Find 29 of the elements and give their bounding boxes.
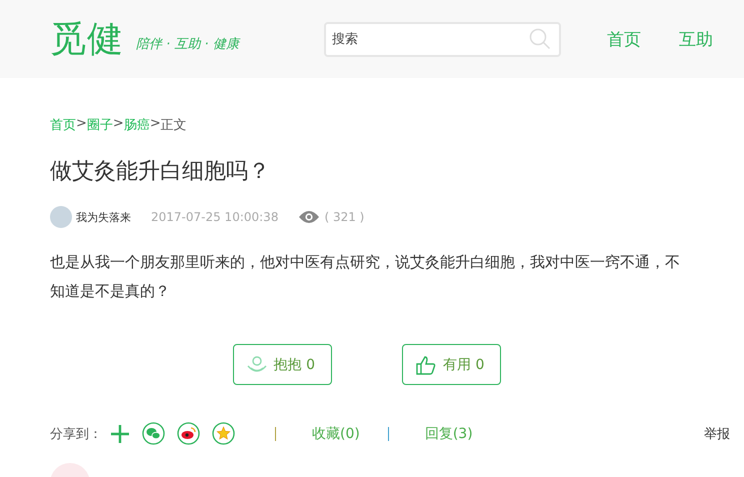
author-name[interactable]: 我为失落来 (76, 210, 131, 224)
logo[interactable]: 觅健 (50, 14, 124, 64)
thumbs-up-icon (415, 354, 437, 376)
view-count: ( 321 ) (324, 210, 364, 224)
post-body: 也是从我一个朋友那里听来的，他对中医有点研究，说艾灸能升白细胞，我对中医一窍不通，不知道是不是真的？ (50, 252, 681, 302)
chat-bubbles-icon[interactable] (142, 422, 165, 445)
post-title: 做艾灸能升白细胞吗？ (50, 158, 271, 186)
useful-button[interactable]: 有用 0 (402, 344, 502, 385)
breadcrumb-link[interactable]: 圈子 (86, 116, 113, 134)
nav-link[interactable]: 首页 (607, 28, 641, 50)
person-hug-icon (246, 354, 268, 374)
eye-icon (298, 210, 320, 224)
hug-button[interactable]: 抱抱 0 (232, 344, 332, 385)
breadcrumb-separator: > (112, 116, 124, 133)
report-link[interactable]: 举报 (704, 424, 730, 442)
post-time: 2017-07-25 10:00:38 (151, 210, 278, 224)
nav-link[interactable]: 互助 (679, 28, 713, 50)
slogan: 陪伴 · 互助 · 健康 (136, 36, 242, 53)
action-link[interactable]: 回复(3) (424, 424, 473, 442)
plus-icon[interactable] (110, 424, 130, 444)
search-field[interactable]: 搜索 (324, 22, 561, 56)
action-link[interactable]: 收藏(0) (312, 424, 360, 442)
avatar-placeholder[interactable] (50, 206, 72, 228)
breadcrumb-link[interactable]: 首页 (50, 116, 76, 134)
breadcrumb-current: 正文 (160, 117, 187, 134)
breadcrumb-separator: > (150, 116, 161, 133)
breadcrumb-separator: > (76, 116, 87, 133)
share-label: 分享到： (50, 426, 102, 442)
breadcrumb-link[interactable]: 肠癌 (124, 116, 150, 134)
